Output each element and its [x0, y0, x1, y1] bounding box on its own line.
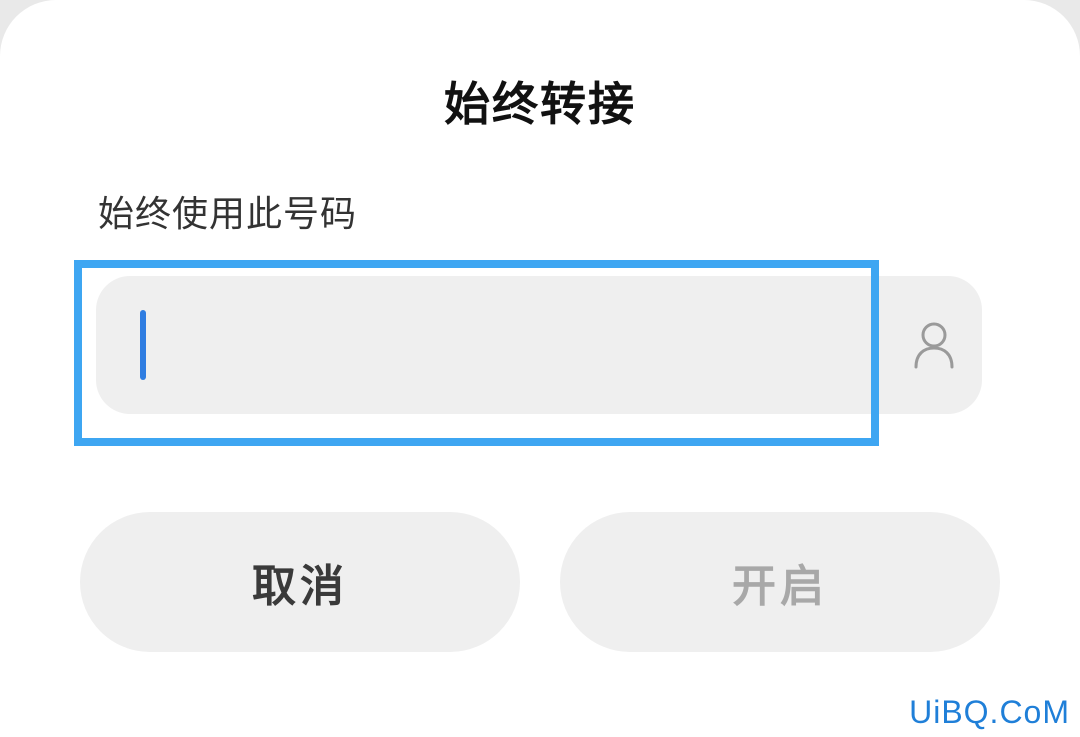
enable-button[interactable]: 开启: [560, 512, 1000, 652]
call-forwarding-dialog: 始终转接 始终使用此号码 取消 开启 UiBQ.CoM: [0, 0, 1080, 737]
watermark: UiBQ.CoM: [909, 694, 1070, 730]
input-divider: [876, 298, 878, 390]
dialog-subtitle: 始终使用此号码: [98, 194, 358, 235]
dialog-title: 始终转接: [444, 77, 636, 131]
person-icon: [914, 322, 954, 369]
phone-number-input[interactable]: [96, 276, 982, 414]
cancel-button[interactable]: 取消: [80, 512, 520, 652]
text-cursor: [140, 310, 146, 380]
contact-picker-button[interactable]: [896, 300, 972, 390]
